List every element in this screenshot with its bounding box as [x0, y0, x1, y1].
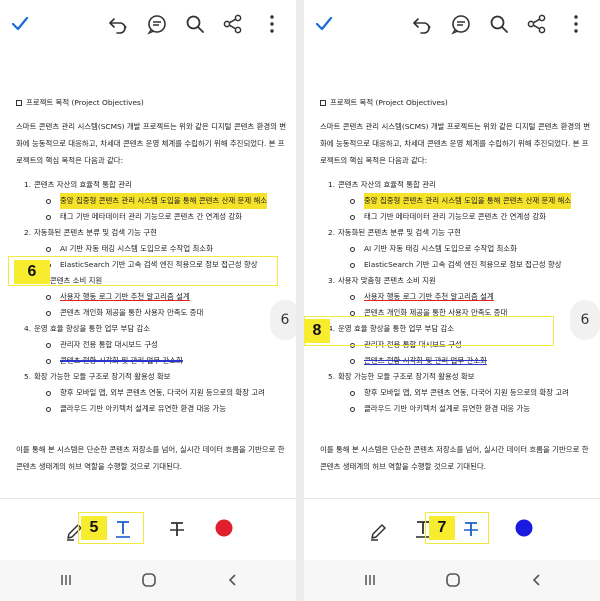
list-item: AI 기반 자동 태깅 시스템 도입으로 수작업 최소화 — [320, 241, 592, 257]
more-options-icon[interactable] — [564, 12, 588, 36]
search-icon[interactable] — [487, 12, 511, 36]
circle-bullet-icon — [350, 214, 355, 220]
list-item: 사용자 행동 로그 기반 추천 알고리즘 설계 — [16, 289, 288, 305]
list-item: 사용자 행동 로그 기반 추천 알고리즘 설계 — [320, 289, 592, 305]
circle-bullet-icon — [46, 214, 51, 220]
step-badge: 6 — [14, 260, 50, 284]
list-item: ElasticSearch 기반 고속 검색 엔진 적용으로 정보 접근성 향상 — [320, 257, 592, 273]
undo-icon[interactable] — [106, 12, 130, 36]
top-toolbar — [0, 0, 296, 52]
text-recognize-icon[interactable] — [449, 12, 473, 36]
circle-bullet-icon — [46, 342, 51, 348]
list-item: 3. 사용자 맞춤형 콘텐츠 소비 지원 — [328, 276, 436, 285]
circle-bullet-icon — [350, 310, 355, 316]
circle-bullet-icon — [46, 390, 51, 396]
check-icon[interactable] — [8, 12, 32, 36]
list-item: 콘텐츠 개인화 제공을 통한 사용자 만족도 증대 — [16, 305, 288, 321]
step-badge: 5 — [81, 516, 107, 540]
circle-bullet-icon — [350, 262, 355, 268]
text-strikethrough-tool-icon[interactable] — [164, 516, 190, 542]
square-bullet-icon — [320, 99, 326, 106]
circle-bullet-icon — [46, 246, 51, 252]
check-icon[interactable] — [312, 12, 336, 36]
list-item: 콘텐츠 현황 시각화 및 관리 업무 간소화 — [320, 353, 592, 369]
undo-icon[interactable] — [410, 12, 434, 36]
circle-bullet-icon — [350, 406, 355, 412]
square-bullet-icon — [16, 99, 22, 106]
back-icon[interactable] — [222, 569, 244, 591]
circle-bullet-icon — [46, 310, 51, 316]
list-item: 클라우드 기반 아키텍처 설계로 유연한 환경 대응 가능 — [16, 401, 288, 417]
color-picker-icon[interactable] — [214, 518, 234, 538]
more-options-icon[interactable] — [260, 12, 284, 36]
home-icon[interactable] — [138, 569, 160, 591]
text-recognize-icon[interactable] — [145, 12, 169, 36]
text-strikethrough-tool-icon[interactable] — [458, 516, 484, 542]
annotation-callout-box — [304, 316, 554, 346]
conclusion-paragraph: 이를 통해 본 시스템은 단순한 콘텐츠 저장소를 넘어, 실시간 데이터 흐름… — [16, 445, 285, 471]
circle-bullet-icon — [350, 358, 355, 364]
list-item: 2. 자동화된 콘텐츠 분류 및 검색 기능 구현 — [328, 228, 461, 237]
search-icon[interactable] — [183, 12, 207, 36]
list-item: 중앙 집중형 콘텐츠 관리 시스템 도입을 통해 콘텐츠 산재 문제 해소 — [16, 193, 288, 209]
page-number-indicator[interactable]: 6 — [570, 300, 600, 340]
circle-bullet-icon — [350, 390, 355, 396]
list-item: 콘텐츠 현황 시각화 및 관리 업무 간소화 — [16, 353, 288, 369]
strikethrough-text[interactable]: 콘텐츠 현황 시각화 및 관리 업무 간소화 — [60, 353, 183, 369]
list-item: 1. 콘텐츠 자산의 효율적 통합 관리 — [24, 180, 132, 189]
objectives-list: 1. 콘텐츠 자산의 효율적 통합 관리 중앙 집중형 콘텐츠 관리 시스템 도입… — [16, 177, 288, 417]
circle-bullet-icon — [46, 198, 51, 204]
list-item: 관리자 전용 통합 대시보드 구성 — [16, 337, 288, 353]
back-icon[interactable] — [526, 569, 548, 591]
list-item: 4. 운영 효율 향상을 통한 업무 부담 감소 — [24, 324, 151, 333]
underlined-text[interactable]: 사용자 행동 로그 기반 추천 알고리즘 설계 — [364, 289, 494, 305]
list-item: 태그 기반 메타데이터 관리 기능으로 콘텐츠 간 연계성 강화 — [320, 209, 592, 225]
annotation-toolbar: 7 — [304, 499, 600, 559]
intro-paragraph: 스마트 콘텐츠 관리 시스템(SCMS) 개발 프로젝트는 위와 같은 디지털 … — [16, 122, 287, 165]
section-title: 프로젝트 목적 (Project Objectives) — [16, 93, 288, 112]
right-screen: 프로젝트 목적 (Project Objectives) 스마트 콘텐츠 관리 … — [304, 0, 600, 601]
circle-bullet-icon — [350, 198, 355, 204]
underlined-text[interactable]: 사용자 행동 로그 기반 추천 알고리즘 설계 — [60, 289, 190, 305]
share-icon[interactable] — [525, 12, 549, 36]
list-item: 태그 기반 메타데이터 관리 기능으로 콘텐츠 간 연계성 강화 — [16, 209, 288, 225]
recent-apps-icon[interactable] — [359, 569, 381, 591]
home-icon[interactable] — [442, 569, 464, 591]
top-toolbar — [304, 0, 600, 52]
list-item: 중앙 집중형 콘텐츠 관리 시스템 도입을 통해 콘텐츠 산재 문제 해소 — [320, 193, 592, 209]
list-item: 5. 확장 가능한 모듈 구조로 장기적 활용성 확보 — [24, 372, 171, 381]
circle-bullet-icon — [46, 294, 51, 300]
left-screen: 프로젝트 목적 (Project Objectives) 스마트 콘텐츠 관리 … — [0, 0, 296, 601]
step-badge: 7 — [429, 516, 455, 540]
share-icon[interactable] — [221, 12, 245, 36]
list-item: 클라우드 기반 아키텍처 설계로 유연한 환경 대응 가능 — [320, 401, 592, 417]
text-underline-tool-icon[interactable] — [110, 516, 136, 542]
recent-apps-icon[interactable] — [55, 569, 77, 591]
list-item: 2. 자동화된 콘텐츠 분류 및 검색 기능 구현 — [24, 228, 157, 237]
annotation-toolbar: 5 — [0, 499, 296, 559]
circle-bullet-icon — [350, 246, 355, 252]
strikethrough-text[interactable]: 콘텐츠 현황 시각화 및 관리 업무 간소화 — [364, 353, 487, 369]
list-item: 5. 확장 가능한 모듈 구조로 장기적 활용성 확보 — [328, 372, 475, 381]
pen-tool-icon[interactable] — [366, 517, 392, 543]
system-navigation-bar — [304, 560, 600, 601]
document-content: 프로젝트 목적 (Project Objectives) 스마트 콘텐츠 관리 … — [320, 93, 592, 475]
list-item: 1. 콘텐츠 자산의 효율적 통합 관리 — [328, 180, 436, 189]
step-badge: 8 — [304, 319, 330, 343]
list-item: 향후 모바일 앱, 외부 콘텐츠 연동, 다국어 지원 등으로의 확장 고려 — [320, 385, 592, 401]
color-picker-icon[interactable] — [514, 518, 534, 538]
list-item: AI 기반 자동 태깅 시스템 도입으로 수작업 최소화 — [16, 241, 288, 257]
section-title: 프로젝트 목적 (Project Objectives) — [320, 93, 592, 112]
circle-bullet-icon — [350, 294, 355, 300]
highlighted-text[interactable]: 중앙 집중형 콘텐츠 관리 시스템 도입을 통해 콘텐츠 산재 문제 해소 — [364, 193, 572, 209]
conclusion-paragraph: 이를 통해 본 시스템은 단순한 콘텐츠 저장소를 넘어, 실시간 데이터 흐름… — [320, 445, 589, 471]
highlighted-text[interactable]: 중앙 집중형 콘텐츠 관리 시스템 도입을 통해 콘텐츠 산재 문제 해소 — [60, 193, 268, 209]
system-navigation-bar — [0, 560, 296, 601]
circle-bullet-icon — [46, 406, 51, 412]
page-number-indicator[interactable]: 6 — [270, 300, 296, 340]
intro-paragraph: 스마트 콘텐츠 관리 시스템(SCMS) 개발 프로젝트는 위와 같은 디지털 … — [320, 122, 591, 165]
circle-bullet-icon — [46, 358, 51, 364]
list-item: 향후 모바일 앱, 외부 콘텐츠 연동, 다국어 지원 등으로의 확장 고려 — [16, 385, 288, 401]
objectives-list: 1. 콘텐츠 자산의 효율적 통합 관리 중앙 집중형 콘텐츠 관리 시스템 도입… — [320, 177, 592, 417]
